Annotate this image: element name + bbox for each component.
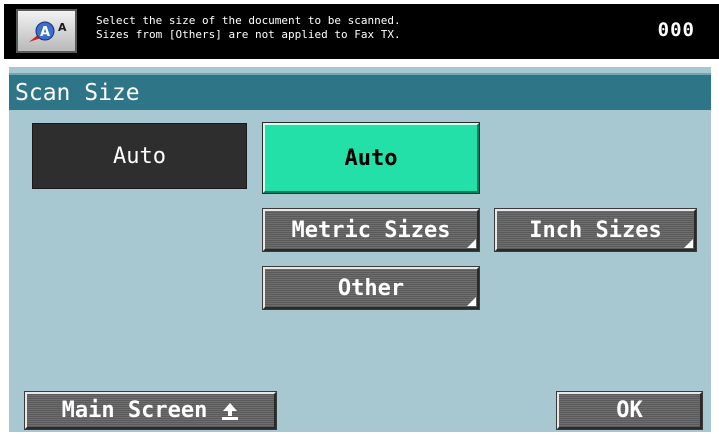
copy-counter: 000: [657, 19, 695, 41]
submenu-corner-icon: [684, 239, 693, 248]
scan-size-panel: Scan Size Auto Auto Metric Sizes Inch Si…: [9, 67, 711, 432]
main-screen-button[interactable]: Main Screen: [24, 391, 277, 430]
svg-text:A: A: [39, 25, 49, 40]
ok-label: OK: [616, 398, 643, 423]
inch-sizes-label: Inch Sizes: [529, 217, 662, 243]
accessibility-icon: A A: [28, 21, 67, 42]
instruction-message: Select the size of the document to be sc…: [96, 14, 401, 42]
other-sizes-label: Other: [337, 275, 405, 301]
message-line-2: Sizes from [Others] are not applied to F…: [96, 28, 401, 41]
inch-sizes-button[interactable]: Inch Sizes: [494, 208, 697, 252]
auto-size-button[interactable]: Auto: [262, 122, 480, 194]
ok-button[interactable]: OK: [556, 391, 703, 430]
return-arrow-icon: [221, 401, 239, 421]
metric-sizes-button[interactable]: Metric Sizes: [262, 208, 480, 252]
submenu-corner-icon: [467, 239, 476, 248]
current-scan-size-display: Auto: [32, 123, 247, 189]
accessibility-button[interactable]: A A: [16, 9, 77, 53]
page-title: Scan Size: [9, 73, 711, 110]
message-line-1: Select the size of the document to be sc…: [96, 14, 401, 27]
metric-sizes-label: Metric Sizes: [291, 217, 451, 243]
svg-text:A: A: [58, 21, 67, 34]
main-screen-label: Main Screen: [61, 398, 208, 423]
other-sizes-button[interactable]: Other: [262, 266, 480, 310]
auto-size-label: Auto: [344, 145, 398, 171]
submenu-corner-icon: [467, 297, 476, 306]
message-bar: A A Select the size of the document to b…: [4, 4, 719, 59]
